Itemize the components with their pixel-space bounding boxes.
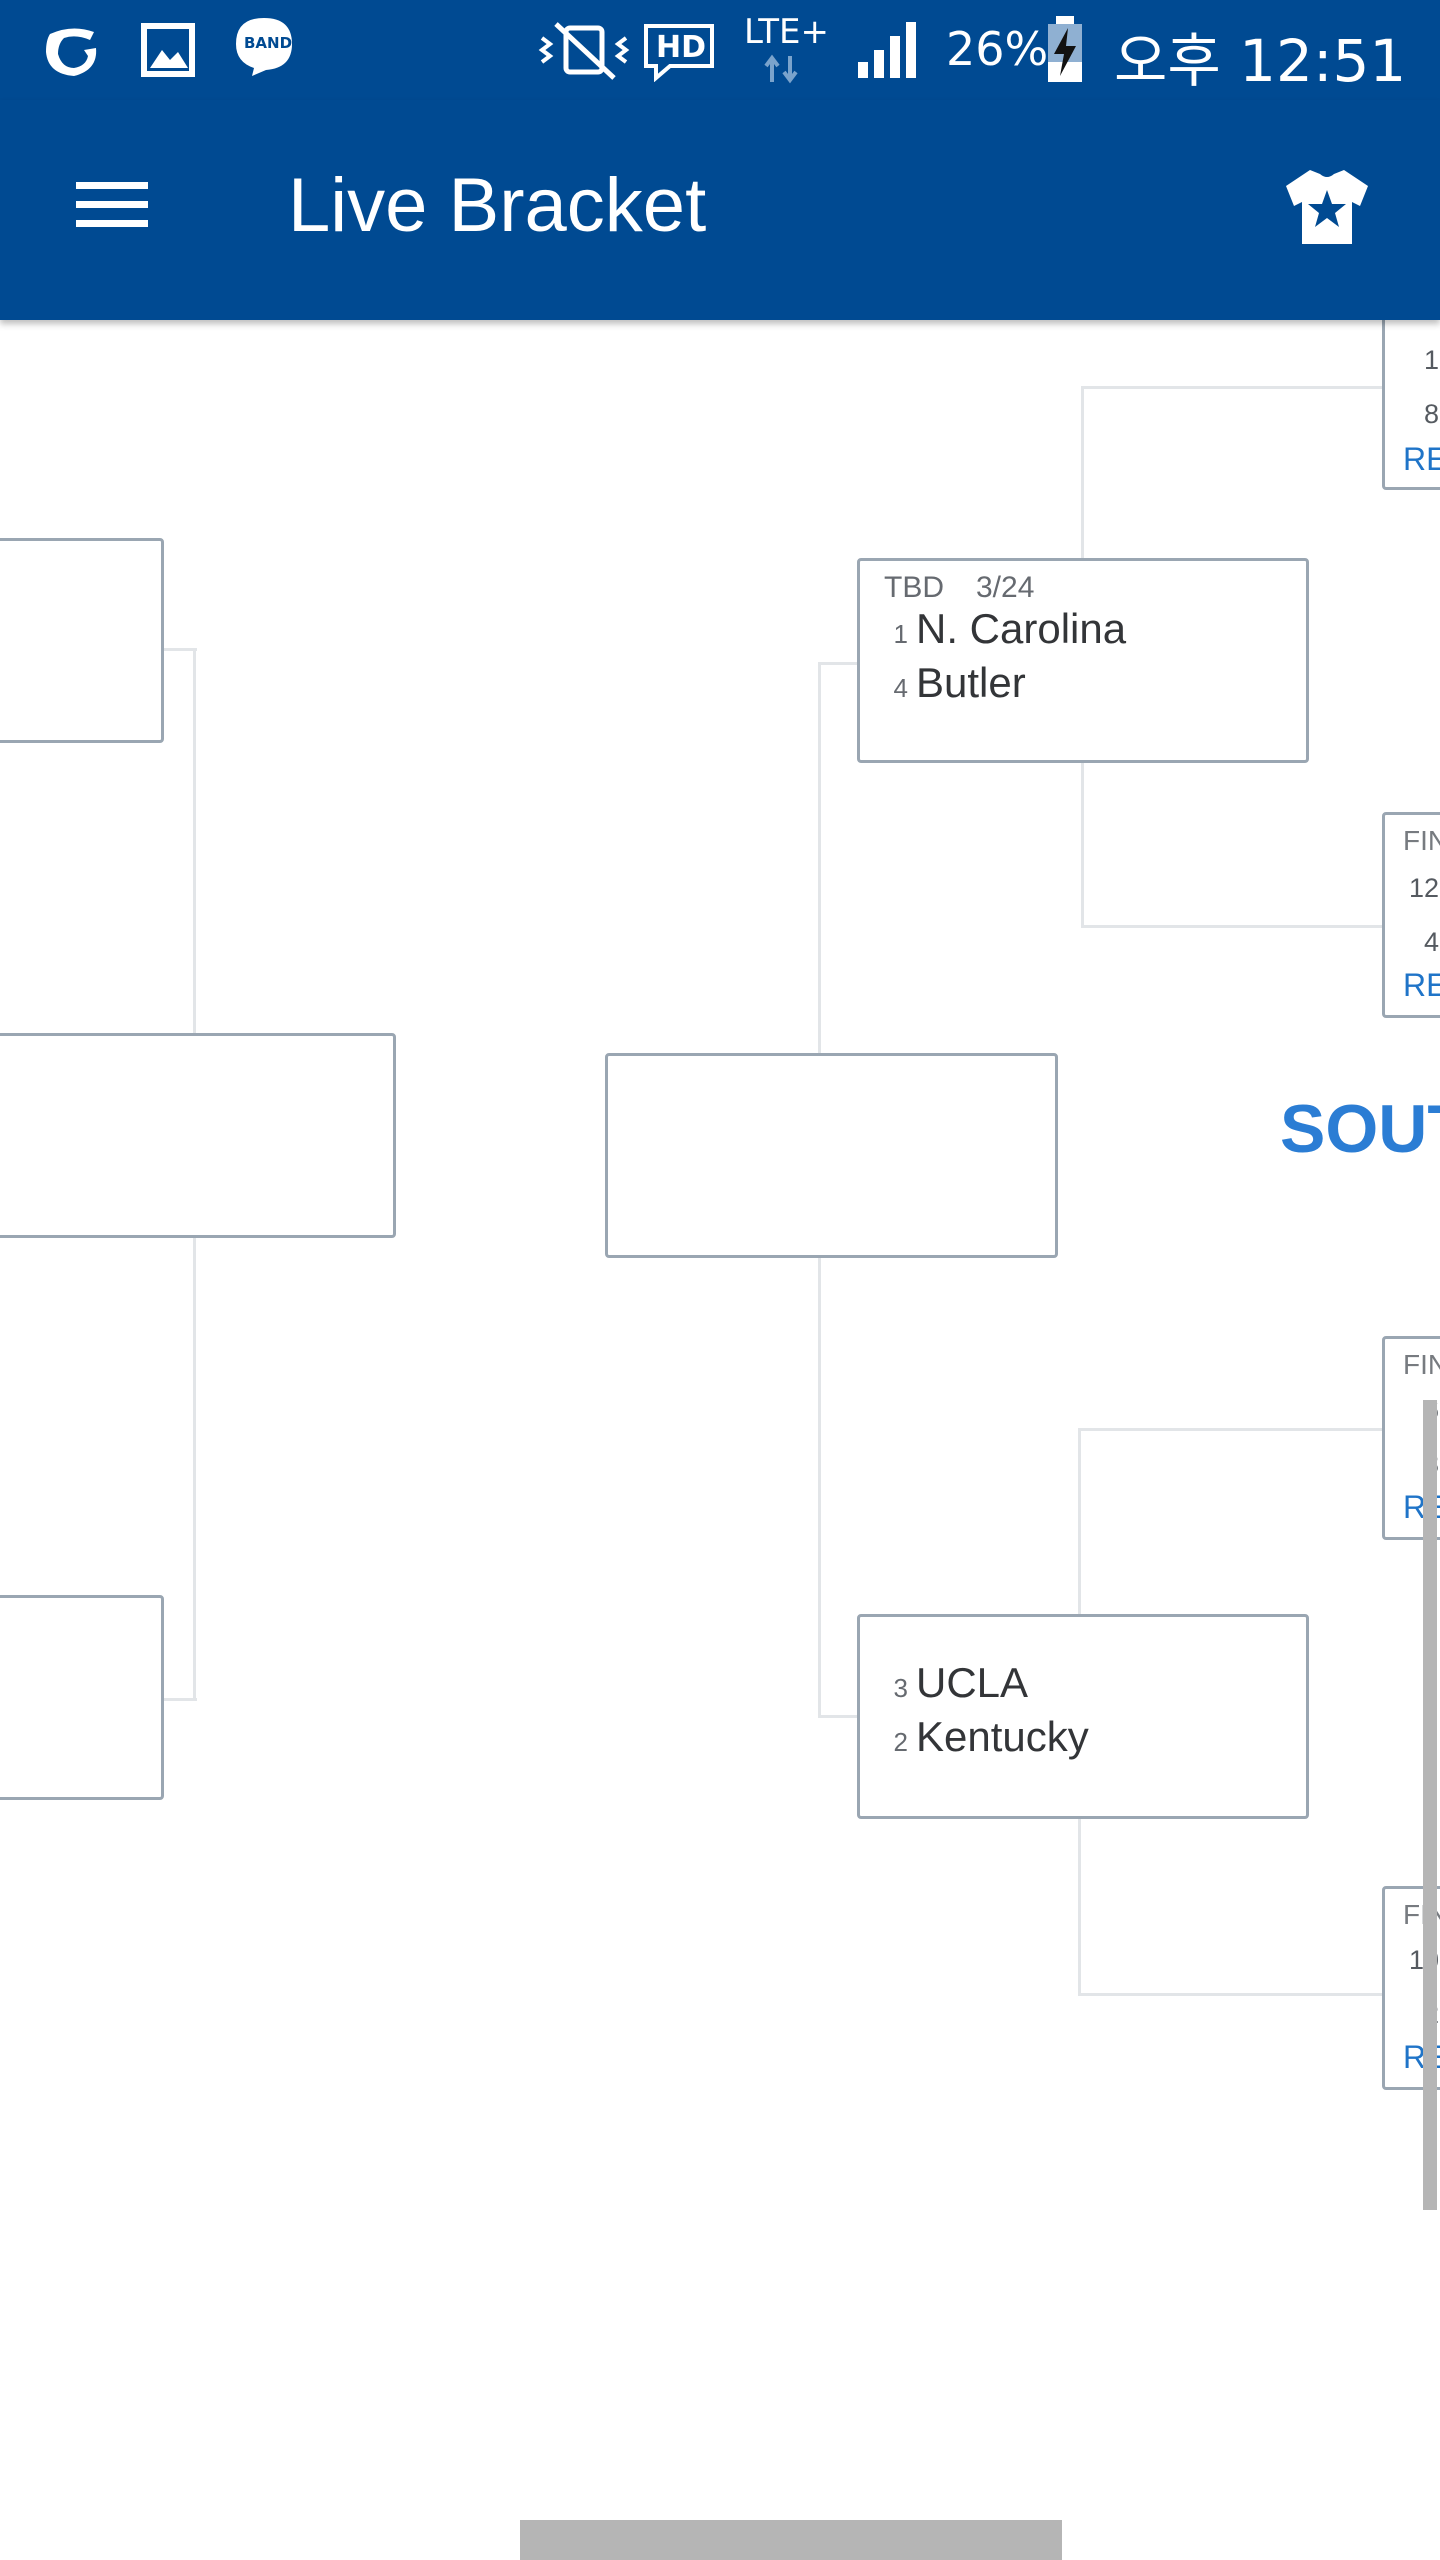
bracket-game-empty[interactable] — [0, 1033, 396, 1238]
team-seed: 12 — [1408, 873, 1439, 903]
team-seed: 1 — [1423, 345, 1439, 375]
team-name: Kentucky — [916, 1713, 1089, 1760]
connector-line — [818, 662, 860, 665]
jersey-star-icon — [1286, 170, 1368, 244]
game-status: FIN — [1403, 1349, 1440, 1380]
team-name: N. Carolina — [916, 605, 1127, 652]
team-seed: 2 — [893, 1727, 908, 1757]
vertical-scrollbar[interactable] — [1423, 1400, 1437, 2210]
network-label: LTE+ — [744, 12, 829, 52]
clock: 오후 12:51 — [1114, 27, 1407, 95]
connector-line — [818, 1715, 860, 1718]
edge-game-card[interactable]: FIN 12 4 RE — [1382, 812, 1440, 1018]
status-bar: BAND HD LTE+ 26% 오후 12:51 — [0, 0, 1440, 100]
hamburger-menu-icon — [76, 182, 148, 227]
connector-line — [163, 1698, 197, 1701]
menu-button[interactable] — [52, 150, 172, 260]
matchup-card[interactable]: 3 UCLA 2 Kentucky — [857, 1614, 1309, 1819]
team-seed: 4 — [1423, 927, 1439, 957]
hd-voice-icon: HD — [640, 20, 718, 82]
recap-link[interactable]: RE — [1403, 967, 1440, 1004]
matchup-card[interactable]: TBD 3/24 1 N. Carolina 4 Butler — [857, 558, 1309, 763]
connector-line — [163, 648, 197, 651]
battery-percent: 26% — [946, 22, 1049, 76]
battery-charging-icon — [1048, 16, 1082, 82]
bracket-game-empty[interactable] — [0, 538, 164, 743]
lte-icon: LTE+ — [744, 8, 844, 88]
edge-game-card[interactable]: FI 1 8 RE — [1382, 292, 1440, 490]
jersey-button[interactable] — [1272, 152, 1382, 262]
connector-line — [1081, 925, 1384, 928]
connector-line — [1078, 1993, 1384, 1996]
gallery-icon — [141, 23, 195, 77]
game-date: 3/24 — [976, 571, 1035, 604]
team-seed: 8 — [1423, 399, 1439, 429]
team-seed: 3 — [893, 1673, 908, 1703]
band-label: BAND — [244, 34, 293, 52]
band-icon: BAND — [232, 14, 296, 78]
bracket-game-empty[interactable] — [605, 1053, 1058, 1258]
game-status: FIN — [1403, 825, 1440, 856]
team-seed: 1 — [893, 619, 908, 649]
bracket-game-empty[interactable] — [0, 1595, 164, 1800]
signal-icon — [858, 22, 916, 78]
team-name: UCLA — [916, 1659, 1029, 1706]
team-seed: 4 — [893, 673, 908, 703]
connector-line — [1081, 386, 1384, 389]
recap-link[interactable]: RE — [1403, 441, 1440, 478]
app-bar: Live Bracket — [0, 100, 1440, 320]
horizontal-scrollbar[interactable] — [520, 2520, 1062, 2560]
hd-label: HD — [656, 30, 707, 65]
page-title: Live Bracket — [288, 163, 707, 248]
connector-line — [1078, 1428, 1384, 1431]
game-status: TBD — [884, 571, 944, 604]
vibrate-icon — [538, 22, 630, 80]
region-label: SOUT — [1280, 1091, 1440, 1167]
olleh-icon — [46, 28, 97, 77]
team-name: Butler — [916, 659, 1026, 706]
